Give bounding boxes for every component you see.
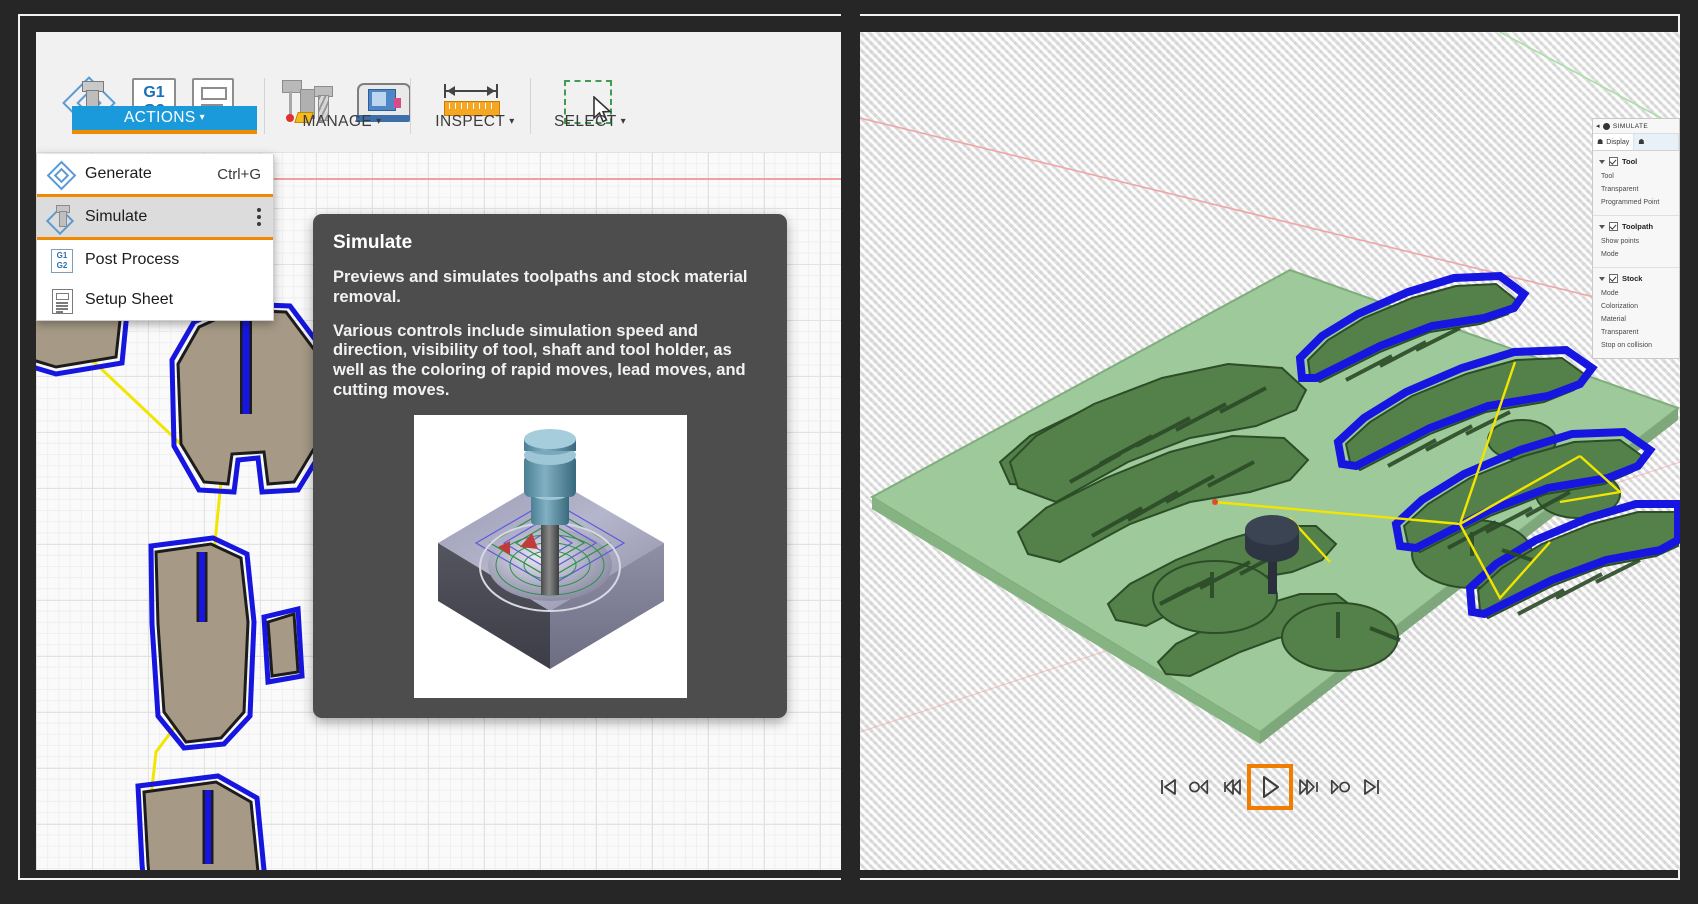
menu-item-setup-sheet[interactable]: Setup Sheet [37,280,273,320]
menu-item-post-process-label: Post Process [85,251,180,268]
step-forward-fast-icon[interactable] [1329,776,1351,798]
chevron-down-icon[interactable] [1599,224,1605,229]
simulate-properties-panel[interactable]: ◂ SIMULATE ☗ Display ☗ Tool Tool Transpa… [1592,118,1680,359]
simulate-badge-icon [1602,122,1610,130]
overflow-menu-icon[interactable] [257,208,261,226]
ribbon-group-inspect: INSPECT ▾ [418,32,528,152]
ribbon-tab-actions[interactable]: ACTIONS ▾ [72,106,257,134]
tab-display-label: Display [1606,138,1630,146]
simulate-panel-title: SIMULATE [1612,122,1649,130]
row-stock-mode[interactable]: Mode [1593,287,1679,300]
row-tool-transparent[interactable]: Transparent [1593,183,1679,196]
tab-info[interactable]: ☗ [1634,134,1679,150]
stock-checkbox[interactable] [1609,274,1618,283]
ribbon-tab-inspect-label: INSPECT [435,113,506,130]
post-process-icon: G1 G2 [49,247,75,273]
simulate-icon [45,204,75,236]
chevron-down-icon: ▾ [376,116,382,127]
tooltip-title: Simulate [333,232,413,253]
row-toolpath-mode[interactable]: Mode [1593,248,1679,261]
ribbon-tab-inspect[interactable]: INSPECT ▾ [422,110,528,134]
tab-display[interactable]: ☗ Display [1593,134,1635,150]
section-stock-header[interactable]: Stock [1593,272,1679,287]
rapid-start-point [1212,499,1218,505]
display-tab-icon: ☗ [1597,139,1604,146]
row-stop-on-collision[interactable]: Stop on collision [1593,339,1679,352]
section-stock: Stock Mode Colorization Material Transpa… [1593,268,1679,358]
tooltip-preview-image [413,414,687,698]
row-show-points[interactable]: Show points [1593,235,1679,248]
ribbon-divider [530,78,531,134]
actions-dropdown-menu: Generate Ctrl+G Simulate G1 G2 Post Proce… [36,154,274,321]
menu-item-simulate-label: Simulate [85,208,148,225]
menu-item-simulate[interactable]: Simulate [37,194,273,240]
row-programmed-point[interactable]: Programmed Point [1593,196,1679,209]
simulate-panel-tabs: ☗ Display ☗ [1593,134,1679,151]
left-cam-panel: G1 G2 ACTIONS▾ [36,32,841,870]
row-material[interactable]: Material [1593,313,1679,326]
skip-to-start-icon[interactable] [1158,776,1180,798]
menu-item-post-process[interactable]: G1 G2 Post Process [37,240,273,280]
generate-icon [46,160,77,191]
skip-to-end-icon[interactable] [1360,776,1382,798]
cam-ribbon-toolbar: G1 G2 ACTIONS▾ [36,32,841,152]
setup-sheet-icon [49,287,75,314]
ribbon-divider [264,78,265,134]
menu-item-generate-label: Generate [85,165,152,182]
panel-gap [841,14,860,880]
menu-item-generate[interactable]: Generate Ctrl+G [37,154,273,194]
ribbon-tab-select[interactable]: SELECT ▾ [538,110,642,134]
row-stock-transparent[interactable]: Transparent [1593,326,1679,339]
section-stock-title: Stock [1622,274,1643,283]
section-toolpath-header[interactable]: Toolpath [1593,220,1679,235]
section-tool: Tool Tool Transparent Programmed Point [1593,151,1679,216]
tool-checkbox[interactable] [1609,157,1618,166]
menu-item-generate-shortcut: Ctrl+G [217,165,261,183]
right-3d-viewport[interactable]: ◂ SIMULATE ☗ Display ☗ Tool Tool Transpa… [860,32,1680,870]
section-toolpath: Toolpath Show points Mode [1593,216,1679,268]
simulation-playback-bar [860,764,1680,810]
chevron-down-icon[interactable] [1599,159,1605,164]
ribbon-divider [410,78,411,134]
ribbon-tab-manage-label: MANAGE [302,113,373,130]
step-forward-icon[interactable] [1298,776,1320,798]
section-tool-title: Tool [1622,157,1638,166]
ribbon-group-actions: G1 G2 ACTIONS▾ [36,32,257,152]
chevron-down-icon: ▾ [199,112,206,123]
row-tool[interactable]: Tool [1593,170,1679,183]
section-toolpath-title: Toolpath [1622,222,1654,231]
viewport-scene [860,32,1680,744]
step-back-icon[interactable] [1220,776,1242,798]
tooltip-paragraph-1: Previews and simulates toolpaths and sto… [333,268,748,306]
chevron-down-icon: ▾ [509,116,515,127]
step-back-fast-icon[interactable] [1189,776,1211,798]
screenshot-root: G1 G2 ACTIONS▾ [0,0,1698,904]
menu-item-setup-sheet-label: Setup Sheet [85,291,174,308]
row-colorization[interactable]: Colorization [1593,300,1679,313]
play-button[interactable] [1247,764,1293,810]
toolpath-checkbox[interactable] [1609,222,1618,231]
chevron-down-icon[interactable] [1599,276,1605,281]
section-tool-header[interactable]: Tool [1593,155,1679,170]
simulate-panel-header: ◂ SIMULATE [1593,119,1679,134]
ribbon-tab-select-label: SELECT [553,113,617,130]
chevron-down-icon: ▾ [620,116,627,127]
info-tab-icon: ☗ [1638,139,1645,146]
ribbon-group-manage: MANAGE ▾ [272,32,411,152]
tooltip-paragraph-2: Various controls include simulation spee… [333,321,746,399]
simulate-tooltip: Simulate Previews and simulates toolpath… [313,214,787,718]
ribbon-group-select: SELECT ▾ [538,32,648,152]
ribbon-tab-manage[interactable]: MANAGE ▾ [286,110,398,134]
chevron-left-icon[interactable]: ◂ [1596,122,1600,130]
ribbon-tab-actions-label: ACTIONS [123,109,196,126]
